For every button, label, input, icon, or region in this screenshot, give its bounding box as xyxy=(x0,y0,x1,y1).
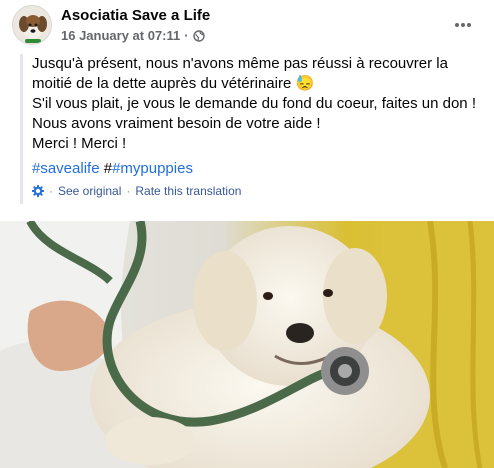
see-original-link[interactable]: See original xyxy=(58,184,121,198)
hashtags: #savealife ##mypuppies xyxy=(32,160,193,177)
rate-translation-link[interactable]: Rate this translation xyxy=(135,184,241,198)
translate-dot-2: · xyxy=(126,184,131,198)
post-meta: 16 January at 07:11 · xyxy=(61,28,205,43)
post-line-4: Merci ! Merci ! xyxy=(32,135,127,152)
dog-avatar-icon xyxy=(13,6,51,44)
meta-separator: · xyxy=(184,28,189,43)
post-header: Asociatia Save a Life 16 January at 07:1… xyxy=(0,0,494,52)
post-timestamp[interactable]: 16 January at 07:11 xyxy=(61,28,180,43)
hashtag-mypuppies[interactable]: #mypuppies xyxy=(112,160,193,177)
post-line-3: Nous avons vraiment besoin de votre aide… xyxy=(32,115,321,132)
translation-bar: · See original · Rate this translation xyxy=(32,184,241,198)
post-photo[interactable] xyxy=(0,221,494,468)
post-line-2: S'il vous plait, je vous le demande du f… xyxy=(32,95,476,112)
translate-dot-1: · xyxy=(49,184,53,198)
more-options-button[interactable] xyxy=(452,14,474,36)
gear-icon xyxy=(32,185,44,197)
hashtag-savealife[interactable]: #savealife xyxy=(32,160,100,177)
puppy-with-stethoscope-photo xyxy=(0,221,494,468)
post-body: Jusqu'à présent, nous n'avons même pas r… xyxy=(32,54,482,154)
page-avatar[interactable] xyxy=(12,5,52,45)
translation-quote-bar xyxy=(20,54,23,204)
page-name-link[interactable]: Asociatia Save a Life xyxy=(61,7,210,24)
hashtag-symbol: # xyxy=(103,160,113,177)
more-horizontal-icon xyxy=(455,23,471,27)
post-line-1: Jusqu'à présent, nous n'avons même pas r… xyxy=(32,55,448,92)
globe-icon[interactable] xyxy=(192,29,205,42)
